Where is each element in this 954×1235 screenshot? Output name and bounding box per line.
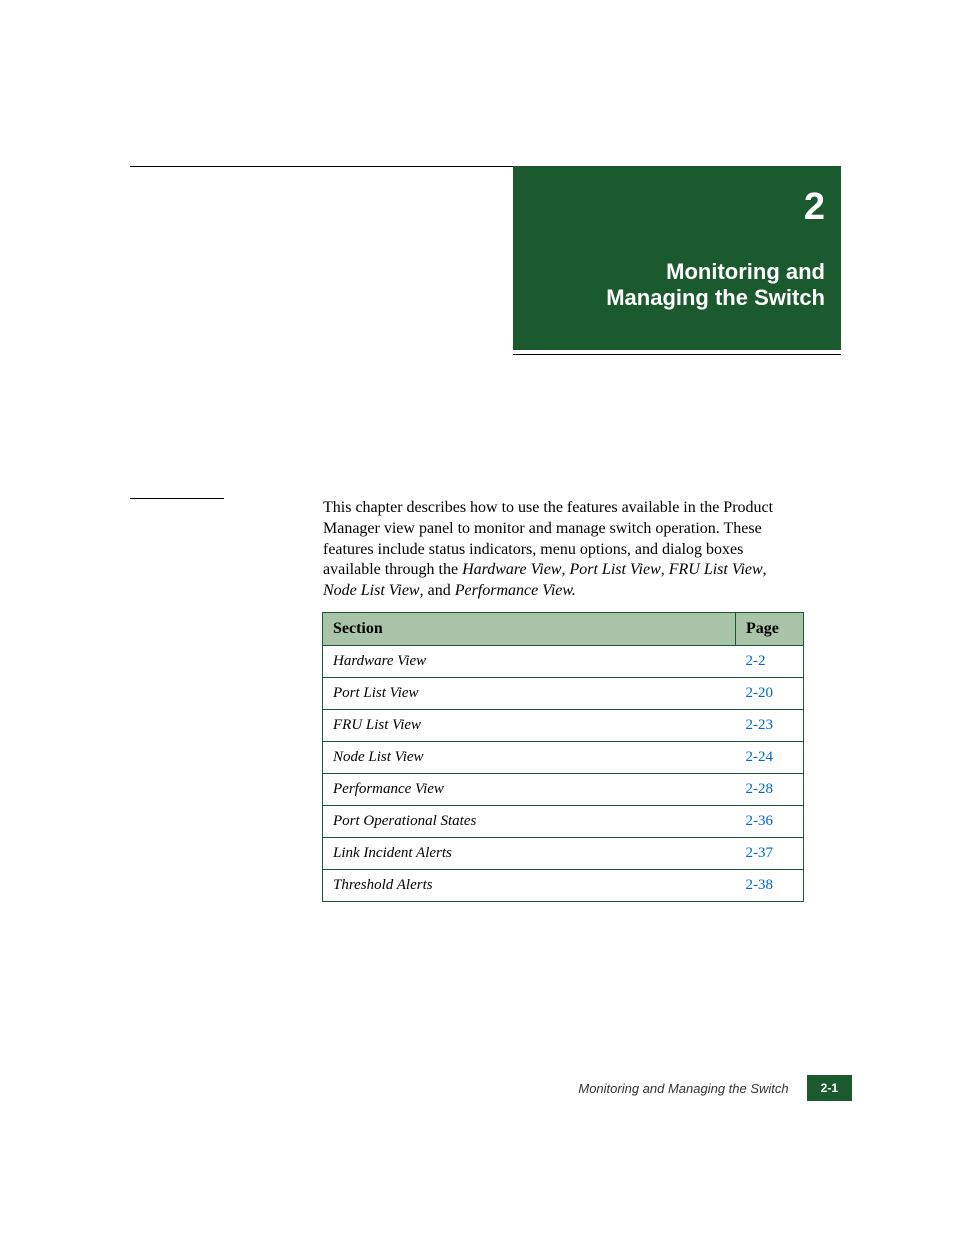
page-link[interactable]: 2-37 xyxy=(736,838,804,870)
page-link[interactable]: 2-24 xyxy=(736,742,804,774)
section-cell: Node List View xyxy=(323,742,736,774)
table-row: Hardware View 2-2 xyxy=(323,646,804,678)
page-link[interactable]: 2-23 xyxy=(736,710,804,742)
header-section: Section xyxy=(323,613,736,646)
footer-section-title: Monitoring and Managing the Switch xyxy=(578,1081,788,1096)
sep2: , xyxy=(661,561,669,578)
table-row: FRU List View 2-23 xyxy=(323,710,804,742)
header-page: Page xyxy=(736,613,804,646)
table-row: Performance View 2-28 xyxy=(323,774,804,806)
section-cell: Link Incident Alerts xyxy=(323,838,736,870)
section-cell: Port Operational States xyxy=(323,806,736,838)
sep3: , xyxy=(763,561,767,578)
chapter-header-banner: 2 Monitoring and Managing the Switch xyxy=(513,166,841,350)
section-cell: FRU List View xyxy=(323,710,736,742)
chapter-title-line1: Monitoring and xyxy=(666,259,825,284)
page-link[interactable]: 2-2 xyxy=(736,646,804,678)
fru-list-view-ref: FRU List View xyxy=(669,561,763,578)
table-row: Port List View 2-20 xyxy=(323,678,804,710)
under-header-rule xyxy=(513,354,841,355)
section-cell: Performance View xyxy=(323,774,736,806)
hardware-view-ref: Hardware View xyxy=(462,561,561,578)
page-link[interactable]: 2-38 xyxy=(736,870,804,902)
section-cell: Hardware View xyxy=(323,646,736,678)
table-row: Threshold Alerts 2-38 xyxy=(323,870,804,902)
sep4: , and xyxy=(420,582,455,599)
node-list-view-ref: Node List View xyxy=(323,582,420,599)
chapter-number: 2 xyxy=(529,186,825,229)
performance-view-ref: Performance View. xyxy=(455,582,576,599)
port-list-view-ref: Port List View xyxy=(569,561,660,578)
chapter-title: Monitoring and Managing the Switch xyxy=(529,259,825,312)
left-body-rule xyxy=(130,498,224,499)
table-row: Port Operational States 2-36 xyxy=(323,806,804,838)
section-cell: Port List View xyxy=(323,678,736,710)
page-footer: Monitoring and Managing the Switch 2-1 xyxy=(0,1075,954,1101)
section-page-table: Section Page Hardware View 2-2 Port List… xyxy=(322,612,804,902)
section-cell: Threshold Alerts xyxy=(323,870,736,902)
footer-page-number: 2-1 xyxy=(807,1075,852,1101)
intro-paragraph: This chapter describes how to use the fe… xyxy=(323,498,803,602)
page-link[interactable]: 2-28 xyxy=(736,774,804,806)
table-row: Node List View 2-24 xyxy=(323,742,804,774)
chapter-title-line2: Managing the Switch xyxy=(606,285,825,310)
page-link[interactable]: 2-20 xyxy=(736,678,804,710)
table-row: Link Incident Alerts 2-37 xyxy=(323,838,804,870)
page-link[interactable]: 2-36 xyxy=(736,806,804,838)
table-header-row: Section Page xyxy=(323,613,804,646)
